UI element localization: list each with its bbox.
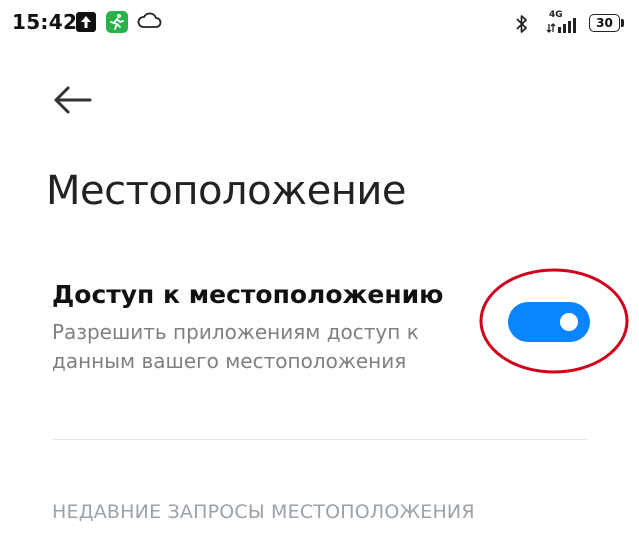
page-title: Местоположение [46, 168, 406, 214]
battery-icon: 30 [589, 14, 625, 34]
status-bar: 15:42 4G 30 [0, 0, 639, 48]
back-button[interactable] [48, 80, 96, 120]
cloud-icon [136, 11, 162, 35]
location-access-toggle[interactable] [508, 302, 590, 342]
back-arrow-icon [54, 86, 92, 114]
signal-icon: 4G [545, 10, 581, 36]
battery-level: 30 [596, 16, 613, 30]
location-access-description: Разрешить приложениям доступ к данным ва… [52, 320, 419, 373]
location-access-title: Доступ к местоположению [52, 280, 444, 309]
fitness-app-icon [106, 11, 128, 33]
divider [52, 439, 588, 440]
upload-icon [76, 12, 96, 32]
recent-requests-header: НЕДАВНИЕ ЗАПРОСЫ МЕСТОПОЛОЖЕНИЯ [52, 501, 475, 523]
bluetooth-icon [514, 14, 530, 38]
status-time: 15:42 [12, 10, 78, 34]
toggle-knob [560, 313, 578, 331]
